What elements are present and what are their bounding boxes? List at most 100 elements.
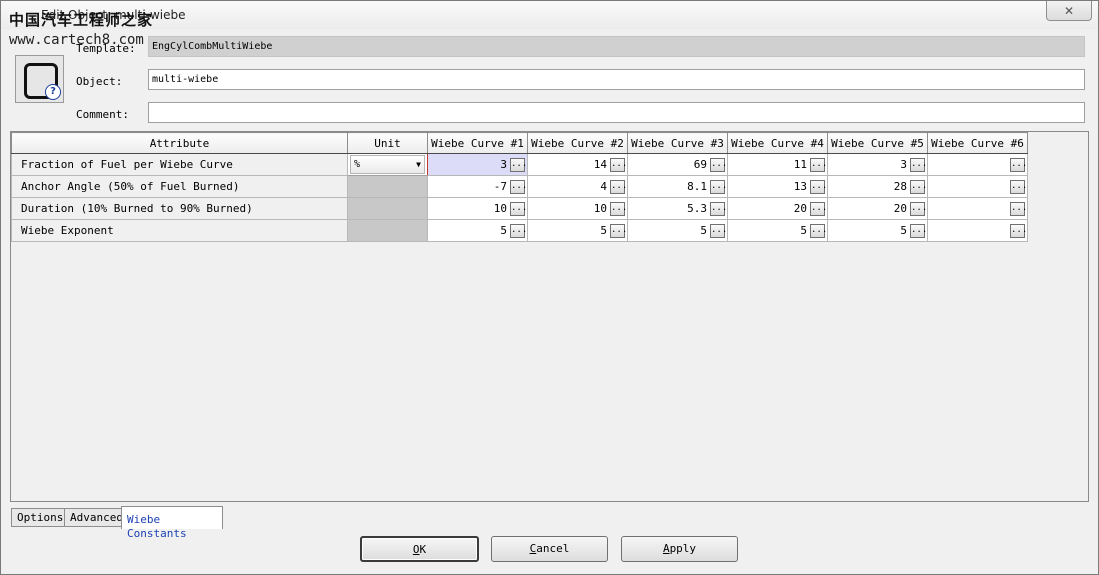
value-cell[interactable]: 8.1... [627,175,728,198]
ok-label: K [419,543,427,556]
ellipsis-button[interactable]: ... [610,201,627,216]
table-row: Fraction of Fuel per Wiebe Curve % ▼ 3..… [11,153,1028,176]
watermark-logo: 中国汽车工程师之家 [9,11,154,29]
cell-value: 3 [900,158,907,171]
ellipsis-button[interactable]: ... [710,157,727,172]
header-curve-5[interactable]: Wiebe Curve #5 [827,132,928,154]
ellipsis-button[interactable]: ... [1010,157,1027,172]
ok-mnemonic: O [412,543,420,556]
close-button[interactable]: ✕ [1046,1,1092,21]
header-curve-4[interactable]: Wiebe Curve #4 [727,132,828,154]
ellipsis-button[interactable]: ... [1010,179,1027,194]
value-cell[interactable]: 5... [427,219,528,242]
ellipsis-button[interactable]: ... [810,223,827,238]
edit-object-dialog: Edit Object: multi-wiebe ✕ 中国汽车工程师之家 www… [0,0,1099,575]
value-cell[interactable]: -7... [427,175,528,198]
attribute-name: Anchor Angle (50% of Fuel Burned) [11,175,348,198]
value-cell[interactable]: 10... [427,197,528,220]
object-name-input[interactable]: multi-wiebe [148,69,1085,90]
dropdown-arrow-icon: ▼ [416,160,421,169]
help-icon: ? [45,84,61,100]
ellipsis-button[interactable]: ... [910,179,927,194]
cell-value: 8.1 [687,180,707,193]
attribute-name: Duration (10% Burned to 90% Burned) [11,197,348,220]
ellipsis-button[interactable]: ... [710,223,727,238]
value-cell[interactable]: 5.3... [627,197,728,220]
value-cell[interactable]: 69... [627,153,728,176]
value-cell[interactable]: 4... [527,175,628,198]
table-row: Anchor Angle (50% of Fuel Burned) -7... … [11,175,1028,198]
cell-value: 11 [793,158,807,171]
value-cell[interactable]: 28... [827,175,928,198]
cell-value: 10 [493,202,507,215]
unit-value: % [354,159,361,170]
close-icon: ✕ [1063,3,1075,18]
header-curve-3[interactable]: Wiebe Curve #3 [627,132,728,154]
ellipsis-button[interactable]: ... [510,201,527,216]
apply-label: pply [669,542,697,555]
ellipsis-button[interactable]: ... [910,157,927,172]
template-field: EngCylCombMultiWiebe [148,36,1085,57]
object-template-icon[interactable]: ? [15,55,64,103]
tab-options[interactable]: Options [11,508,65,527]
unit-dropdown[interactable]: % ▼ [350,155,425,174]
ellipsis-button[interactable]: ... [910,201,927,216]
value-cell[interactable]: 5... [527,219,628,242]
header-curve-2[interactable]: Wiebe Curve #2 [527,132,628,154]
template-label: Template: [76,42,136,55]
value-cell[interactable]: 3... [427,153,528,176]
attribute-name: Fraction of Fuel per Wiebe Curve [11,153,348,176]
header-curve-1[interactable]: Wiebe Curve #1 [427,132,528,154]
object-label: Object: [76,75,123,88]
cell-value: 5.3 [687,202,707,215]
table-row: Duration (10% Burned to 90% Burned) 10..… [11,197,1028,220]
table-header-row: Attribute Unit Wiebe Curve #1 Wiebe Curv… [11,132,1028,154]
value-cell[interactable]: ... [927,197,1028,220]
cell-value: -7 [493,180,507,193]
ellipsis-button[interactable]: ... [910,223,927,238]
table-row: Wiebe Exponent 5... 5... 5... 5... 5... … [11,219,1028,242]
value-cell[interactable]: ... [927,175,1028,198]
cell-value: 5 [800,224,807,237]
ellipsis-button[interactable]: ... [810,157,827,172]
ellipsis-button[interactable]: ... [710,179,727,194]
tab-advanced[interactable]: Advanced [64,508,123,527]
comment-input[interactable] [148,102,1085,123]
value-cell[interactable]: 5... [827,219,928,242]
cancel-button[interactable]: Cancel [491,536,608,562]
ellipsis-button[interactable]: ... [810,201,827,216]
value-cell[interactable]: ... [927,219,1028,242]
ellipsis-button[interactable]: ... [610,179,627,194]
cell-value: 4 [600,180,607,193]
header-attribute: Attribute [11,132,348,154]
ellipsis-button[interactable]: ... [510,179,527,194]
unit-cell [347,219,428,242]
value-cell[interactable]: 10... [527,197,628,220]
cancel-label: ancel [536,542,570,555]
tab-wiebe-constants[interactable]: Wiebe Constants [121,506,223,540]
attribute-name: Wiebe Exponent [11,219,348,242]
ok-button[interactable]: OK [360,536,479,562]
cell-value: 13 [793,180,807,193]
header-curve-6[interactable]: Wiebe Curve #6 [927,132,1028,154]
value-cell[interactable]: 5... [727,219,828,242]
value-cell[interactable]: ... [927,153,1028,176]
apply-button[interactable]: Apply [621,536,738,562]
value-cell[interactable]: 20... [827,197,928,220]
value-cell[interactable]: 14... [527,153,628,176]
ellipsis-button[interactable]: ... [610,157,627,172]
ellipsis-button[interactable]: ... [510,157,527,172]
ellipsis-button[interactable]: ... [510,223,527,238]
ellipsis-button[interactable]: ... [1010,201,1027,216]
ellipsis-button[interactable]: ... [810,179,827,194]
value-cell[interactable]: 13... [727,175,828,198]
ellipsis-button[interactable]: ... [610,223,627,238]
value-cell[interactable]: 11... [727,153,828,176]
cell-value: 20 [793,202,807,215]
value-cell[interactable]: 20... [727,197,828,220]
value-cell[interactable]: 3... [827,153,928,176]
unit-cell [347,197,428,220]
ellipsis-button[interactable]: ... [1010,223,1027,238]
ellipsis-button[interactable]: ... [710,201,727,216]
value-cell[interactable]: 5... [627,219,728,242]
